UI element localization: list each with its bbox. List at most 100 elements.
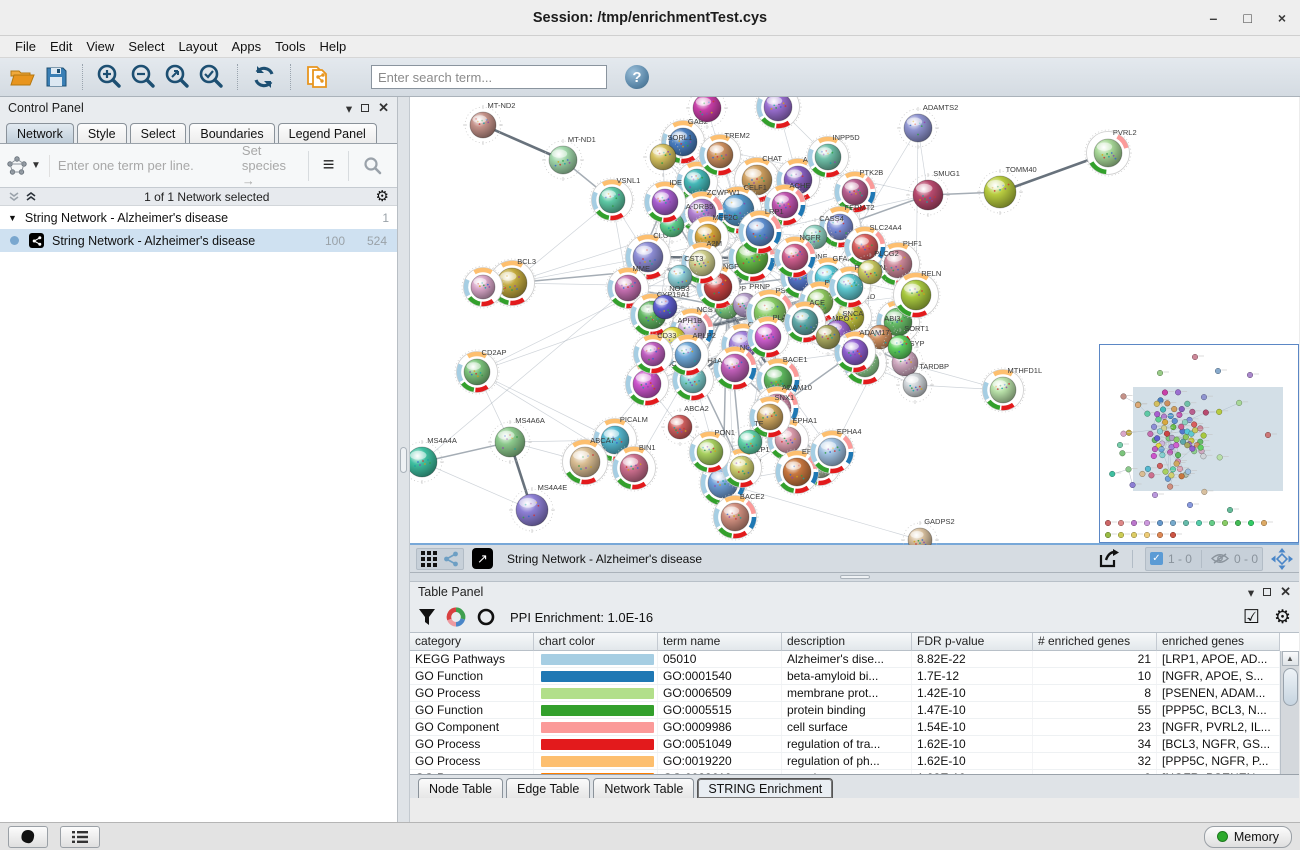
string-search-icon[interactable]: [355, 156, 391, 176]
search-input[interactable]: [371, 65, 607, 89]
zoom-in-icon[interactable]: [95, 63, 123, 91]
network-node[interactable]: ABCA7: [561, 436, 615, 486]
horizontal-splitter[interactable]: [410, 573, 1299, 582]
panel-collapse-icon[interactable]: ▾: [346, 101, 352, 116]
network-node[interactable]: ADAMTS2: [897, 103, 958, 149]
column-header-enriched-genes[interactable]: enriched genes: [1157, 633, 1280, 651]
network-node[interactable]: MS4A4E: [509, 483, 567, 533]
maximize-button[interactable]: □: [1243, 10, 1251, 26]
network-node[interactable]: MS4A4A: [410, 436, 457, 484]
panel-close-icon[interactable]: ✕: [1280, 584, 1291, 600]
ring-chart-icon[interactable]: [476, 607, 496, 627]
menu-tools[interactable]: Tools: [268, 37, 312, 56]
enrichment-chart-icon[interactable]: [446, 607, 466, 627]
filter-icon[interactable]: [418, 608, 436, 626]
task-history-button[interactable]: [60, 826, 100, 848]
panel-close-icon[interactable]: ✕: [378, 100, 389, 116]
tab-legend-panel[interactable]: Legend Panel: [278, 123, 377, 143]
menu-file[interactable]: File: [8, 37, 43, 56]
panel-collapse-icon[interactable]: ▾: [1248, 585, 1254, 600]
tree-expand-icon[interactable]: ▼: [8, 213, 17, 223]
table-row[interactable]: GO ProcessGO:0033619membrane prot...1.93…: [410, 770, 1299, 774]
close-button[interactable]: ×: [1278, 10, 1286, 26]
column-header-description[interactable]: description: [782, 633, 912, 651]
table-row[interactable]: GO ProcessGO:0051049regulation of tra...…: [410, 736, 1299, 753]
grid-view-icon[interactable]: [421, 551, 437, 567]
hidden-eye-icon[interactable]: [1211, 552, 1229, 565]
refresh-icon[interactable]: [250, 63, 278, 91]
welcome-screen-button[interactable]: [8, 826, 48, 848]
string-options-icon[interactable]: ≡: [315, 154, 343, 177]
help-icon[interactable]: ?: [625, 65, 649, 89]
tab-select[interactable]: Select: [130, 123, 187, 143]
table-row[interactable]: GO ComponentGO:0009986cell surface1.54E-…: [410, 719, 1299, 736]
string-logo-icon[interactable]: [6, 155, 28, 177]
table-row[interactable]: KEGG Pathways05010Alzheimer's dise...8.8…: [410, 651, 1299, 668]
chevron-down-icon[interactable]: ▼: [31, 160, 41, 171]
column-header-category[interactable]: category: [410, 633, 534, 651]
table-row[interactable]: GO FunctionGO:0001540beta-amyloid bi...1…: [410, 668, 1299, 685]
panel-float-icon[interactable]: [361, 104, 369, 112]
menu-layout[interactable]: Layout: [171, 37, 224, 56]
select-columns-icon[interactable]: ☑: [1243, 606, 1260, 629]
tab-node-table[interactable]: Node Table: [418, 778, 503, 798]
network-node[interactable]: EPHA4: [809, 427, 862, 475]
network-node[interactable]: MS4A6A: [488, 416, 545, 464]
network-node[interactable]: PVRL2: [1085, 128, 1137, 176]
tab-boundaries[interactable]: Boundaries: [189, 123, 274, 143]
memory-button[interactable]: Memory: [1204, 826, 1292, 848]
splitter-grip[interactable]: [840, 575, 870, 579]
panel-splitter[interactable]: [398, 97, 410, 822]
network-node[interactable]: VSNL1: [590, 176, 640, 222]
table-row[interactable]: GO FunctionGO:0005515protein binding1.47…: [410, 702, 1299, 719]
zoom-selected-icon[interactable]: [197, 63, 225, 91]
column-header-chart-color[interactable]: chart color: [534, 633, 658, 651]
table-row[interactable]: GO ProcessGO:0019220regulation of ph...1…: [410, 753, 1299, 770]
network-collection-row[interactable]: ▼ String Network - Alzheimer's disease 1: [0, 206, 397, 229]
scroll-up-icon[interactable]: ▲: [1282, 651, 1299, 666]
table-row[interactable]: GO ProcessGO:0006509membrane prot...1.42…: [410, 685, 1299, 702]
column-header-FDR-p-value[interactable]: FDR p-value: [912, 633, 1033, 651]
tab-network[interactable]: Network: [6, 123, 74, 143]
share-view-icon[interactable]: [443, 551, 459, 567]
network-canvas[interactable]: MT-ND2 MT-ND1VSNL1 CD2AP MS4A6A MS4A4A MS4A4E…: [410, 97, 1299, 545]
export-network-icon[interactable]: [1098, 549, 1120, 569]
birds-eye-view[interactable]: [1099, 344, 1299, 543]
collapse-all-icon[interactable]: [8, 191, 21, 203]
menu-apps[interactable]: Apps: [225, 37, 269, 56]
zoom-out-icon[interactable]: [129, 63, 157, 91]
tab-style[interactable]: Style: [77, 123, 127, 143]
settings-gear-icon[interactable]: ⚙: [1274, 606, 1291, 629]
menu-help[interactable]: Help: [313, 37, 354, 56]
column-header--enriched-genes[interactable]: # enriched genes: [1033, 633, 1157, 651]
splitter-grip[interactable]: [400, 447, 407, 473]
gear-icon[interactable]: ⚙: [376, 189, 389, 204]
zoom-fit-icon[interactable]: [163, 63, 191, 91]
save-session-icon[interactable]: [42, 63, 70, 91]
table-scrollbar[interactable]: ▲ ▼: [1280, 651, 1299, 774]
network-row-selected[interactable]: String Network - Alzheimer's disease 100…: [0, 229, 397, 252]
network-edge[interactable]: [422, 462, 532, 510]
network-edge[interactable]: [477, 372, 615, 440]
network-node[interactable]: MT-ND1: [542, 135, 596, 181]
tab-network-table[interactable]: Network Table: [593, 778, 694, 798]
network-node[interactable]: CD2AP: [455, 348, 507, 394]
network-node[interactable]: GADPS2: [901, 517, 955, 545]
tab-string-enrichment[interactable]: STRING Enrichment: [697, 778, 833, 798]
menu-view[interactable]: View: [79, 37, 121, 56]
menu-select[interactable]: Select: [121, 37, 171, 56]
network-from-file-icon[interactable]: [303, 63, 331, 91]
scrollbar-thumb[interactable]: [1283, 668, 1298, 706]
network-node[interactable]: MTHFD1L: [981, 366, 1042, 412]
open-session-icon[interactable]: [8, 63, 36, 91]
panel-float-icon[interactable]: [1263, 588, 1271, 596]
network-node[interactable]: TOMM40: [977, 165, 1037, 215]
menu-edit[interactable]: Edit: [43, 37, 79, 56]
network-node[interactable]: MT-ND2: [463, 101, 515, 145]
minimize-button[interactable]: –: [1210, 10, 1218, 26]
network-node[interactable]: SMUG1: [906, 169, 960, 217]
selected-nodes-checkbox-icon[interactable]: ✓: [1150, 552, 1163, 565]
pan-navigate-icon[interactable]: [1271, 548, 1293, 570]
string-term-input[interactable]: [50, 158, 242, 173]
expand-all-icon[interactable]: [25, 191, 38, 203]
